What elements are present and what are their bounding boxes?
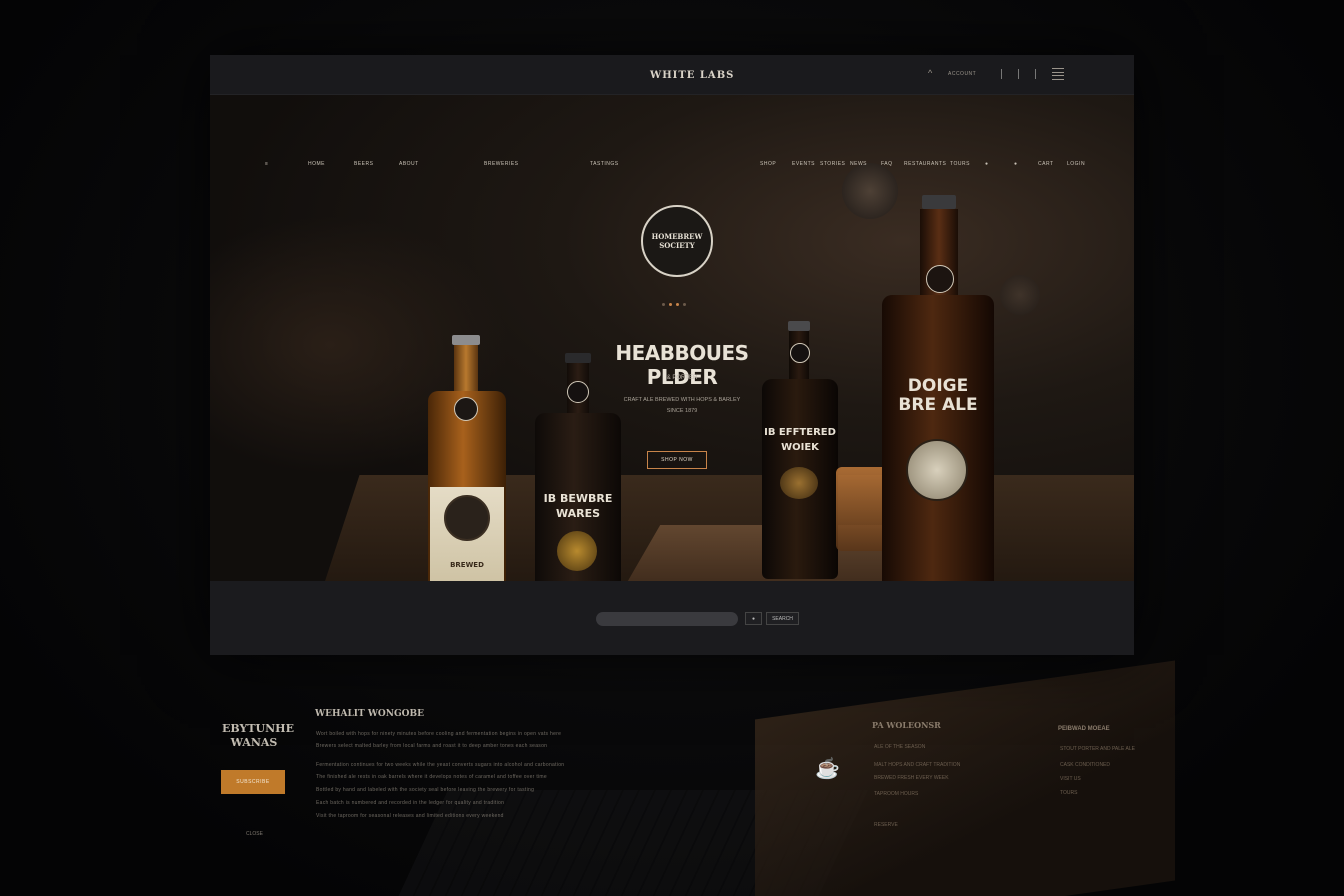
nav-dot[interactable]: ●: [985, 161, 989, 167]
sidebar-footer-link[interactable]: CLOSE: [246, 831, 263, 837]
hero-section: ≡ HOME BEERS ABOUT BREWERIES TASTINGS SH…: [210, 95, 1134, 581]
account-link[interactable]: ACCOUNT: [948, 71, 976, 77]
nav-faq[interactable]: FAQ: [881, 161, 893, 167]
brand-logo[interactable]: WHITE LABS: [650, 70, 734, 81]
nav-breweries[interactable]: BREWERIES: [484, 161, 519, 167]
search-button[interactable]: SEARCH: [766, 612, 799, 625]
article-title: WEHALIT WONGOBE: [315, 709, 424, 719]
right-panel-2-line: CASK CONDITIONED: [1060, 762, 1111, 768]
nav-login[interactable]: LOGIN: [1067, 161, 1085, 167]
article-line: Brewers select malted barley from local …: [316, 743, 548, 749]
bottle-label-emblem: [557, 531, 597, 571]
bottle-label-emblem: [906, 439, 968, 501]
pendant-light: [1000, 275, 1040, 315]
search-input[interactable]: [596, 612, 738, 626]
beer-bottle: BREWED: [426, 335, 508, 581]
article-line: Visit the taproom for seasonal releases …: [316, 813, 504, 819]
carousel-dot[interactable]: [662, 303, 665, 306]
nav-beers[interactable]: BEERS: [354, 161, 373, 167]
nav-home[interactable]: HOME: [308, 161, 325, 167]
article-line: Fermentation continues for two weeks whi…: [316, 762, 565, 768]
cup-icon: ☕: [815, 758, 840, 780]
right-panel-line[interactable]: RESERVE: [874, 822, 898, 828]
bottle-neck-badge: [567, 381, 589, 403]
carousel-dots: [662, 303, 686, 306]
article-line: The finished ale rests in oak barrels wh…: [316, 774, 547, 780]
search-strip: ● SEARCH: [210, 581, 1134, 655]
arrow-icon[interactable]: ^: [928, 68, 932, 78]
nav-tastings[interactable]: TASTINGS: [590, 161, 619, 167]
right-panel-2-line: TOURS: [1060, 790, 1078, 796]
carousel-dot[interactable]: [683, 303, 686, 306]
right-panel-2-title: PEIBWAD MOEAE: [1058, 726, 1110, 732]
bottle-body: [882, 295, 994, 581]
divider: [1001, 69, 1002, 79]
article-line: Each batch is numbered and recorded in t…: [316, 800, 505, 806]
beer-bottle: IB EFFTERED WOIEK: [760, 321, 842, 581]
bottle-cap: [565, 353, 591, 363]
bottle-label-emblem: [444, 495, 490, 541]
nav-restaurants[interactable]: RESTAURANTS: [904, 161, 946, 167]
nav-menu-icon[interactable]: ≡: [265, 161, 268, 167]
sidebar-title: EBYTUNHE WANAS: [222, 722, 294, 749]
article-line: Wort boiled with hops for ninety minutes…: [316, 731, 562, 737]
bottle-neck: [454, 345, 478, 395]
bottle-cap: [788, 321, 810, 331]
nav-tours[interactable]: TOURS: [950, 161, 970, 167]
seal-text: HOMEBREW SOCIETY: [651, 232, 703, 250]
subscribe-button[interactable]: SUBSCRIBE: [221, 770, 285, 794]
right-panel-line: BREWED FRESH EVERY WEEK: [874, 775, 949, 781]
nav-dot[interactable]: ●: [1014, 161, 1018, 167]
right-panel-line: TAPROOM HOURS: [874, 791, 919, 797]
right-panel-line: MALT HOPS AND CRAFT TRADITION: [874, 762, 961, 768]
nav-stories[interactable]: STORIES: [820, 161, 845, 167]
article-line: Bottled by hand and labeled with the soc…: [316, 787, 535, 793]
nav-shop[interactable]: SHOP: [760, 161, 776, 167]
browser-frame: WHITE LABS ^ ACCOUNT ≡ HOME BEERS ABOUT …: [210, 55, 1134, 655]
bottle-label: IB BEWBRE WARES: [543, 492, 613, 520]
shop-now-button[interactable]: SHOP NOW: [647, 451, 707, 469]
right-panel-title: PA WOLEONSR: [872, 720, 941, 730]
nav-cart[interactable]: CART: [1038, 161, 1054, 167]
nav-news[interactable]: NEWS: [850, 161, 867, 167]
beer-bottle: IB BEWBRE WARES: [535, 353, 625, 581]
carousel-dot-active[interactable]: [676, 303, 679, 306]
divider: [1018, 69, 1019, 79]
search-icon-button[interactable]: ●: [745, 612, 762, 625]
top-bar: WHITE LABS ^ ACCOUNT: [210, 55, 1134, 95]
bottle-label: IB EFFTERED WOIEK: [764, 427, 836, 453]
bottle-label-emblem: [780, 467, 818, 499]
right-panel-2-line: STOUT PORTER AND PALE ALE: [1060, 746, 1135, 752]
bottle-neck-badge: [454, 397, 478, 421]
right-panel-2-line: VISIT US: [1060, 776, 1081, 782]
bottle-label: DOIGE BRE ALE: [898, 376, 978, 415]
nav-about[interactable]: ABOUT: [399, 161, 419, 167]
bottle-neck-badge: [926, 265, 954, 293]
beer-bottle: DOIGE BRE ALE: [882, 195, 996, 581]
bottle-cap: [922, 195, 956, 209]
divider: [1035, 69, 1036, 79]
right-panel-line: ALE OF THE SEASON: [874, 744, 926, 750]
bottle-cap: [452, 335, 480, 345]
bottle-neck-badge: [790, 343, 810, 363]
society-seal-logo: HOMEBREW SOCIETY: [641, 205, 713, 277]
carousel-dot-active[interactable]: [669, 303, 672, 306]
menu-icon[interactable]: [1052, 68, 1064, 80]
nav-events[interactable]: EVENTS: [792, 161, 815, 167]
